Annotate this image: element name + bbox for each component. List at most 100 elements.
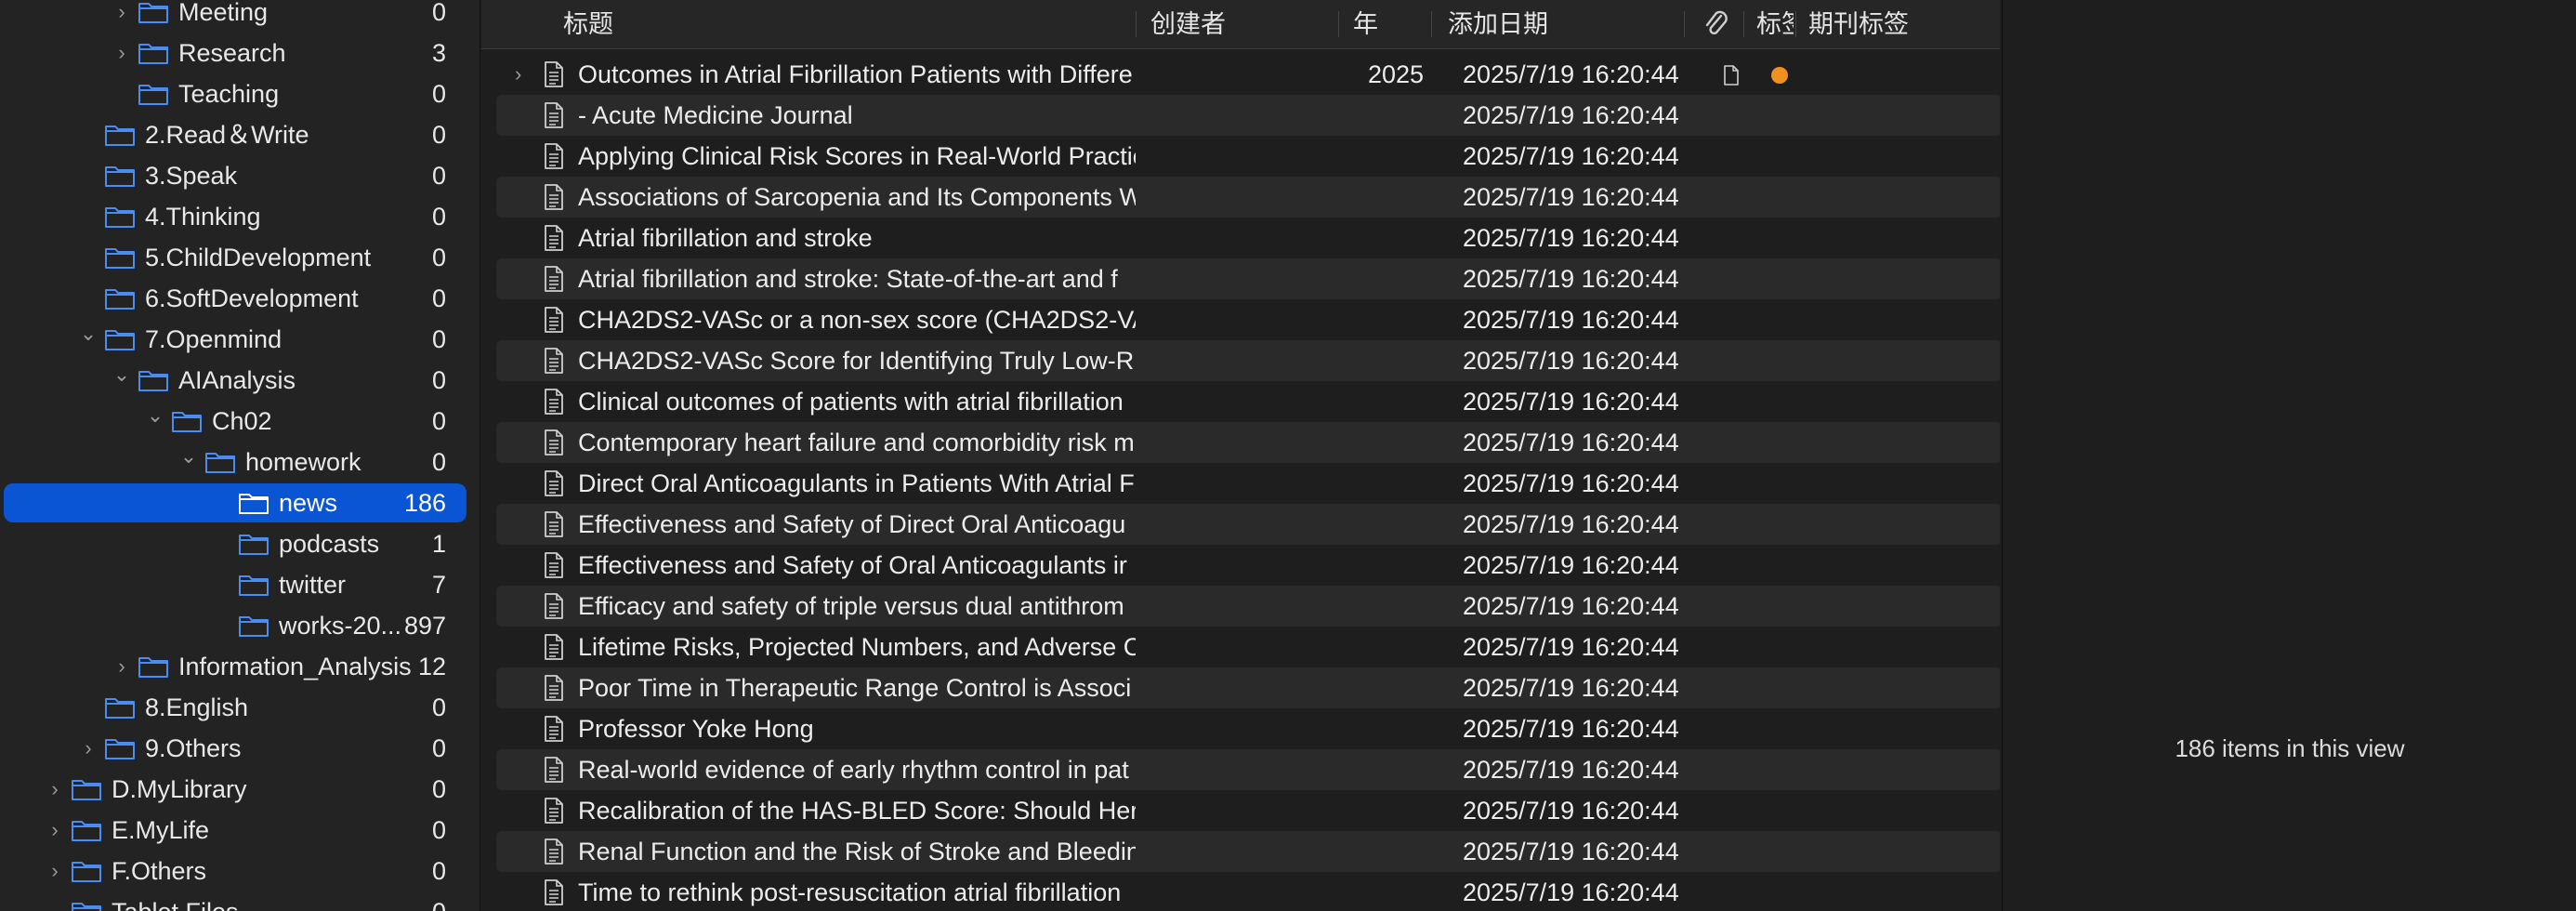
chevron-right-icon[interactable]: ›: [112, 647, 132, 686]
chevron-down-icon[interactable]: ⌄: [145, 402, 165, 441]
column-header-attachments[interactable]: [1701, 0, 1738, 48]
document-icon: [545, 593, 563, 619]
sidebar-item-7-openmind[interactable]: ⌄ 7.Openmind 0: [4, 320, 467, 359]
sidebar-item-count: 0: [431, 203, 446, 231]
table-row[interactable]: Lifetime Risks, Projected Numbers, and A…: [496, 627, 2000, 667]
document-icon: [545, 634, 563, 660]
sidebar-item-count: 7: [431, 571, 446, 599]
sidebar-item-twitter[interactable]: twitter 7: [4, 565, 467, 604]
sidebar-item-aianalysis[interactable]: ⌄ AIAnalysis 0: [4, 361, 467, 400]
table-row[interactable]: - Acute Medicine Journal 2025/7/19 16:20:…: [496, 95, 2000, 136]
table-row[interactable]: Clinical outcomes of patients with atria…: [496, 381, 2000, 422]
attachment-file-icon[interactable]: [1723, 65, 1740, 86]
table-row[interactable]: Direct Oral Anticoagulants in Patients W…: [496, 463, 2000, 504]
column-separator[interactable]: [1743, 11, 1744, 37]
folder-icon: [105, 739, 135, 759]
column-separator[interactable]: [1795, 11, 1796, 37]
sidebar-item-ch02[interactable]: ⌄ Ch02 0: [4, 402, 467, 441]
sidebar-item-tablet-files[interactable]: Tablet Files 0: [4, 892, 467, 911]
column-header-tags[interactable]: 标签: [1756, 0, 1794, 48]
sidebar-item-meeting[interactable]: › Meeting 0: [4, 0, 467, 32]
document-icon: [545, 757, 563, 783]
chevron-right-icon[interactable]: ›: [45, 770, 65, 809]
folder-icon: [239, 616, 269, 637]
sidebar-item-6-softdevelopment[interactable]: 6.SoftDevelopment 0: [4, 279, 467, 318]
sidebar-item-label: 4.Thinking: [145, 203, 261, 231]
table-row[interactable]: Effectiveness and Safety of Oral Anticoa…: [496, 545, 2000, 586]
table-row[interactable]: Professor Yoke Hong 2025/7/19 16:20:44: [496, 708, 2000, 749]
table-row[interactable]: Time to rethink post-resuscitation atria…: [496, 872, 2000, 911]
sidebar-item-teaching[interactable]: Teaching 0: [4, 74, 467, 113]
column-separator[interactable]: [1136, 11, 1137, 37]
chevron-right-icon[interactable]: ›: [112, 0, 132, 32]
sidebar-item-information-analysis[interactable]: › Information_Analysis 12: [4, 647, 467, 686]
folder-icon: [172, 412, 202, 432]
column-separator[interactable]: [1338, 11, 1339, 37]
sidebar-item-homework[interactable]: ⌄ homework 0: [4, 442, 467, 482]
column-separator[interactable]: [1431, 11, 1432, 37]
sidebar-item-e-mylife[interactable]: › E.MyLife 0: [4, 811, 467, 850]
sidebar-item-f-others[interactable]: › F.Others 0: [4, 852, 467, 891]
sidebar-item-count: 0: [431, 407, 446, 435]
sidebar-item-works-20[interactable]: works-20... 897: [4, 606, 467, 645]
items-count-message: 186 items in this view: [2175, 734, 2405, 762]
column-header-title[interactable]: 标题: [563, 0, 805, 48]
column-header-year[interactable]: 年: [1353, 0, 1409, 48]
chevron-right-icon[interactable]: ›: [45, 852, 65, 891]
sidebar-item-count: 0: [431, 325, 446, 353]
folder-icon: [72, 780, 101, 800]
sidebar-item-4-thinking[interactable]: 4.Thinking 0: [4, 197, 467, 236]
item-title: Atrial fibrillation and stroke: [578, 224, 873, 252]
sidebar-item-podcasts[interactable]: podcasts 1: [4, 524, 467, 563]
sidebar-item-8-english[interactable]: 8.English 0: [4, 688, 467, 727]
item-date-added: 2025/7/19 16:20:44: [1463, 306, 1679, 334]
chevron-right-icon[interactable]: ›: [45, 811, 65, 850]
table-row[interactable]: CHA2DS2-VASc Score for Identifying Truly…: [496, 340, 2000, 381]
table-row[interactable]: Effectiveness and Safety of Direct Oral …: [496, 504, 2000, 545]
item-date-added: 2025/7/19 16:20:44: [1463, 838, 1679, 865]
table-row[interactable]: Real-world evidence of early rhythm cont…: [496, 749, 2000, 790]
table-row[interactable]: Associations of Sarcopenia and Its Compo…: [496, 177, 2000, 218]
folder-icon: [205, 453, 235, 473]
table-row[interactable]: › Outcomes in Atrial Fibrillation Patient…: [496, 54, 2000, 95]
column-separator[interactable]: [1684, 11, 1685, 37]
table-row[interactable]: Contemporary heart failure and comorbidi…: [496, 422, 2000, 463]
column-header-journal-tags[interactable]: 期刊标签: [1808, 0, 1976, 48]
item-date-added: 2025/7/19 16:20:44: [1463, 756, 1679, 784]
sidebar-item-label: 7.Openmind: [145, 325, 283, 353]
column-header-creator[interactable]: 创建者: [1150, 0, 1318, 48]
column-header-date-added[interactable]: 添加日期: [1448, 0, 1652, 48]
table-row[interactable]: Atrial fibrillation and stroke 2025/7/19 …: [496, 218, 2000, 258]
chevron-right-icon[interactable]: ›: [515, 54, 521, 95]
table-row[interactable]: Recalibration of the HAS-BLED Score: Sho…: [496, 790, 2000, 831]
table-row[interactable]: Atrial fibrillation and stroke: State-of…: [496, 258, 2000, 299]
sidebar-item-3-speak[interactable]: 3.Speak 0: [4, 156, 467, 195]
chevron-right-icon[interactable]: ›: [78, 729, 99, 768]
item-date-added: 2025/7/19 16:20:44: [1463, 347, 1679, 375]
document-icon: [545, 266, 563, 292]
sidebar-item-2-read-write[interactable]: 2.Read＆Write 0: [4, 115, 467, 154]
item-date-added: 2025/7/19 16:20:44: [1463, 183, 1679, 211]
sidebar-item-label: 3.Speak: [145, 162, 238, 190]
folder-icon: [138, 657, 168, 678]
chevron-right-icon[interactable]: ›: [112, 33, 132, 73]
sidebar-item-research[interactable]: › Research 3: [4, 33, 467, 73]
sidebar-item-news[interactable]: news 186: [4, 483, 467, 522]
table-row[interactable]: Poor Time in Therapeutic Range Control i…: [496, 667, 2000, 708]
sidebar-item-d-mylibrary[interactable]: › D.MyLibrary 0: [4, 770, 467, 809]
chevron-down-icon[interactable]: ⌄: [112, 361, 132, 400]
sidebar-item-9-others[interactable]: › 9.Others 0: [4, 729, 467, 768]
chevron-down-icon[interactable]: ⌄: [78, 320, 99, 359]
table-row[interactable]: Applying Clinical Risk Scores in Real-Wo…: [496, 136, 2000, 177]
sidebar-item-5-childdevelopment[interactable]: 5.ChildDevelopment 0: [4, 238, 467, 277]
chevron-down-icon[interactable]: ⌄: [178, 442, 199, 482]
document-icon: [545, 838, 563, 865]
item-date-added: 2025/7/19 16:20:44: [1463, 592, 1679, 620]
tag-color-dot: [1771, 67, 1788, 84]
table-row[interactable]: Renal Function and the Risk of Stroke an…: [496, 831, 2000, 872]
items-list: 标题 创建者 年 添加日期 标签 期刊标签 › Outcomes in Atria…: [481, 0, 2000, 911]
table-row[interactable]: Efficacy and safety of triple versus dua…: [496, 586, 2000, 627]
table-row[interactable]: CHA2DS2-VASc or a non-sex score (CHA2DS2…: [496, 299, 2000, 340]
sidebar-item-count: 12: [417, 653, 446, 680]
sidebar-item-count: 1: [431, 530, 446, 558]
